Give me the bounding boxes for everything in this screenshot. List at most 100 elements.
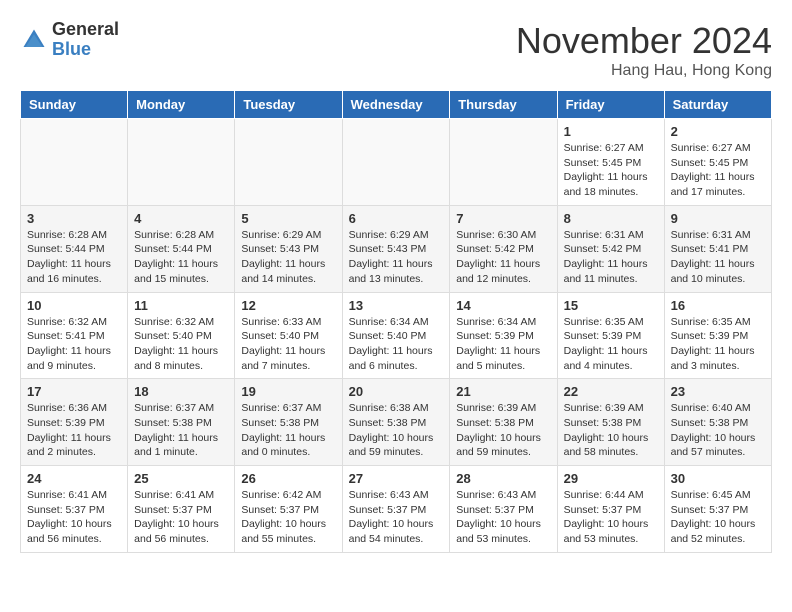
day-info: Sunrise: 6:41 AM Sunset: 5:37 PM Dayligh… xyxy=(134,488,228,547)
day-number: 5 xyxy=(241,211,335,226)
day-info: Sunrise: 6:44 AM Sunset: 5:37 PM Dayligh… xyxy=(564,488,658,547)
location: Hang Hau, Hong Kong xyxy=(516,62,772,80)
day-info: Sunrise: 6:35 AM Sunset: 5:39 PM Dayligh… xyxy=(671,315,765,374)
logo-icon xyxy=(20,26,48,54)
day-info: Sunrise: 6:34 AM Sunset: 5:40 PM Dayligh… xyxy=(349,315,444,374)
day-number: 28 xyxy=(456,471,550,486)
day-info: Sunrise: 6:37 AM Sunset: 5:38 PM Dayligh… xyxy=(134,401,228,460)
day-number: 9 xyxy=(671,211,765,226)
day-info: Sunrise: 6:38 AM Sunset: 5:38 PM Dayligh… xyxy=(349,401,444,460)
day-info: Sunrise: 6:33 AM Sunset: 5:40 PM Dayligh… xyxy=(241,315,335,374)
day-number: 17 xyxy=(27,384,121,399)
day-number: 4 xyxy=(134,211,228,226)
day-number: 27 xyxy=(349,471,444,486)
day-number: 29 xyxy=(564,471,658,486)
day-info: Sunrise: 6:37 AM Sunset: 5:38 PM Dayligh… xyxy=(241,401,335,460)
day-info: Sunrise: 6:27 AM Sunset: 5:45 PM Dayligh… xyxy=(564,141,658,200)
day-header-thursday: Thursday xyxy=(450,91,557,119)
day-info: Sunrise: 6:41 AM Sunset: 5:37 PM Dayligh… xyxy=(27,488,121,547)
calendar-cell xyxy=(450,119,557,206)
logo-text: General Blue xyxy=(52,20,119,60)
calendar-cell: 25Sunrise: 6:41 AM Sunset: 5:37 PM Dayli… xyxy=(128,466,235,553)
title-area: November 2024 Hang Hau, Hong Kong xyxy=(516,20,772,80)
day-info: Sunrise: 6:42 AM Sunset: 5:37 PM Dayligh… xyxy=(241,488,335,547)
day-info: Sunrise: 6:39 AM Sunset: 5:38 PM Dayligh… xyxy=(564,401,658,460)
day-info: Sunrise: 6:30 AM Sunset: 5:42 PM Dayligh… xyxy=(456,228,550,287)
calendar-cell: 3 Sunrise: 6:28 AM Sunset: 5:44 PM Daylig… xyxy=(21,205,128,292)
calendar-cell: 12Sunrise: 6:33 AM Sunset: 5:40 PM Dayli… xyxy=(235,292,342,379)
day-info: Sunrise: 6:31 AM Sunset: 5:42 PM Dayligh… xyxy=(564,228,658,287)
calendar-cell: 26 Sunrise: 6:42 AM Sunset: 5:37 PM Dayli… xyxy=(235,466,342,553)
day-number: 15 xyxy=(564,298,658,313)
day-number: 18 xyxy=(134,384,228,399)
day-number: 23 xyxy=(671,384,765,399)
calendar-cell: 28 Sunrise: 6:43 AM Sunset: 5:37 PM Dayli… xyxy=(450,466,557,553)
calendar-cell: 6 Sunrise: 6:29 AM Sunset: 5:43 PM Daylig… xyxy=(342,205,450,292)
day-info: Sunrise: 6:28 AM Sunset: 5:44 PM Dayligh… xyxy=(27,228,121,287)
day-info: Sunrise: 6:35 AM Sunset: 5:39 PM Dayligh… xyxy=(564,315,658,374)
day-info: Sunrise: 6:43 AM Sunset: 5:37 PM Dayligh… xyxy=(456,488,550,547)
calendar-cell: 7 Sunrise: 6:30 AM Sunset: 5:42 PM Daylig… xyxy=(450,205,557,292)
week-row-4: 17 Sunrise: 6:36 AM Sunset: 5:39 PM Dayli… xyxy=(21,379,772,466)
day-number: 20 xyxy=(349,384,444,399)
calendar-cell: 14 Sunrise: 6:34 AM Sunset: 5:39 PM Dayli… xyxy=(450,292,557,379)
calendar-cell xyxy=(235,119,342,206)
day-number: 2 xyxy=(671,124,765,139)
day-info: Sunrise: 6:36 AM Sunset: 5:39 PM Dayligh… xyxy=(27,401,121,460)
day-number: 6 xyxy=(349,211,444,226)
day-header-wednesday: Wednesday xyxy=(342,91,450,119)
week-row-5: 24Sunrise: 6:41 AM Sunset: 5:37 PM Dayli… xyxy=(21,466,772,553)
calendar-cell: 1Sunrise: 6:27 AM Sunset: 5:45 PM Daylig… xyxy=(557,119,664,206)
day-number: 7 xyxy=(456,211,550,226)
calendar-cell: 18 Sunrise: 6:37 AM Sunset: 5:38 PM Dayli… xyxy=(128,379,235,466)
day-number: 11 xyxy=(134,298,228,313)
day-info: Sunrise: 6:39 AM Sunset: 5:38 PM Dayligh… xyxy=(456,401,550,460)
calendar-cell: 16Sunrise: 6:35 AM Sunset: 5:39 PM Dayli… xyxy=(664,292,771,379)
calendar-cell: 11 Sunrise: 6:32 AM Sunset: 5:40 PM Dayli… xyxy=(128,292,235,379)
logo-general: General xyxy=(52,20,119,40)
day-info: Sunrise: 6:34 AM Sunset: 5:39 PM Dayligh… xyxy=(456,315,550,374)
calendar-header-row: SundayMondayTuesdayWednesdayThursdayFrid… xyxy=(21,91,772,119)
day-header-friday: Friday xyxy=(557,91,664,119)
calendar-cell: 23 Sunrise: 6:40 AM Sunset: 5:38 PM Dayli… xyxy=(664,379,771,466)
calendar-cell: 17 Sunrise: 6:36 AM Sunset: 5:39 PM Dayli… xyxy=(21,379,128,466)
day-info: Sunrise: 6:31 AM Sunset: 5:41 PM Dayligh… xyxy=(671,228,765,287)
calendar-cell: 13 Sunrise: 6:34 AM Sunset: 5:40 PM Dayli… xyxy=(342,292,450,379)
day-number: 8 xyxy=(564,211,658,226)
day-header-sunday: Sunday xyxy=(21,91,128,119)
day-info: Sunrise: 6:29 AM Sunset: 5:43 PM Dayligh… xyxy=(349,228,444,287)
calendar-cell: 24Sunrise: 6:41 AM Sunset: 5:37 PM Dayli… xyxy=(21,466,128,553)
day-number: 19 xyxy=(241,384,335,399)
day-number: 10 xyxy=(27,298,121,313)
calendar-cell: 2 Sunrise: 6:27 AM Sunset: 5:45 PM Daylig… xyxy=(664,119,771,206)
day-info: Sunrise: 6:40 AM Sunset: 5:38 PM Dayligh… xyxy=(671,401,765,460)
day-number: 30 xyxy=(671,471,765,486)
calendar-cell: 8 Sunrise: 6:31 AM Sunset: 5:42 PM Daylig… xyxy=(557,205,664,292)
day-number: 21 xyxy=(456,384,550,399)
day-number: 13 xyxy=(349,298,444,313)
calendar-cell: 22Sunrise: 6:39 AM Sunset: 5:38 PM Dayli… xyxy=(557,379,664,466)
calendar-cell: 19 Sunrise: 6:37 AM Sunset: 5:38 PM Dayli… xyxy=(235,379,342,466)
week-row-2: 3 Sunrise: 6:28 AM Sunset: 5:44 PM Daylig… xyxy=(21,205,772,292)
month-title: November 2024 xyxy=(516,20,772,62)
week-row-3: 10Sunrise: 6:32 AM Sunset: 5:41 PM Dayli… xyxy=(21,292,772,379)
calendar-cell: 20 Sunrise: 6:38 AM Sunset: 5:38 PM Dayli… xyxy=(342,379,450,466)
day-number: 26 xyxy=(241,471,335,486)
day-info: Sunrise: 6:27 AM Sunset: 5:45 PM Dayligh… xyxy=(671,141,765,200)
day-header-tuesday: Tuesday xyxy=(235,91,342,119)
calendar-cell: 29 Sunrise: 6:44 AM Sunset: 5:37 PM Dayli… xyxy=(557,466,664,553)
calendar-cell: 9 Sunrise: 6:31 AM Sunset: 5:41 PM Daylig… xyxy=(664,205,771,292)
calendar-cell: 15 Sunrise: 6:35 AM Sunset: 5:39 PM Dayli… xyxy=(557,292,664,379)
calendar-cell xyxy=(128,119,235,206)
logo: General Blue xyxy=(20,20,119,60)
day-number: 14 xyxy=(456,298,550,313)
day-info: Sunrise: 6:28 AM Sunset: 5:44 PM Dayligh… xyxy=(134,228,228,287)
day-header-monday: Monday xyxy=(128,91,235,119)
calendar-table: SundayMondayTuesdayWednesdayThursdayFrid… xyxy=(20,90,772,553)
day-info: Sunrise: 6:32 AM Sunset: 5:40 PM Dayligh… xyxy=(134,315,228,374)
day-header-saturday: Saturday xyxy=(664,91,771,119)
calendar-cell: 4 Sunrise: 6:28 AM Sunset: 5:44 PM Daylig… xyxy=(128,205,235,292)
calendar-cell: 21 Sunrise: 6:39 AM Sunset: 5:38 PM Dayli… xyxy=(450,379,557,466)
day-info: Sunrise: 6:43 AM Sunset: 5:37 PM Dayligh… xyxy=(349,488,444,547)
day-number: 3 xyxy=(27,211,121,226)
